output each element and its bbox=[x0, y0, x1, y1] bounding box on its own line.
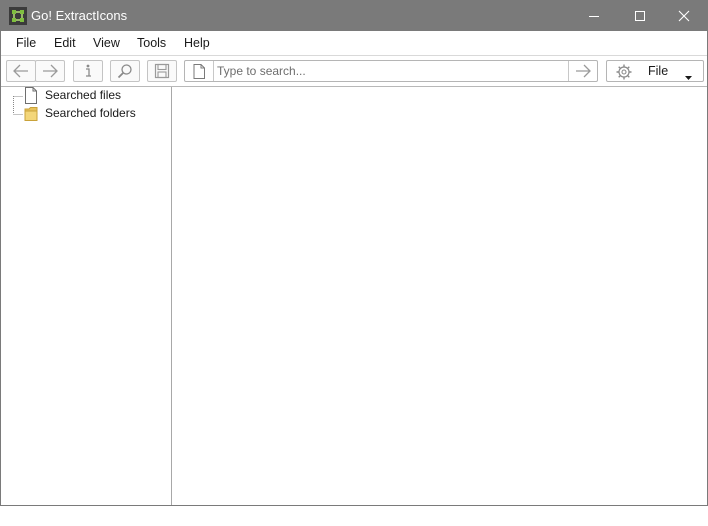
menu-help[interactable]: Help bbox=[184, 36, 210, 50]
chevron-down-icon bbox=[685, 69, 692, 83]
document-icon bbox=[23, 87, 39, 107]
tree-item-label: Searched folders bbox=[45, 106, 136, 120]
document-icon bbox=[193, 63, 205, 79]
save-button[interactable] bbox=[147, 60, 177, 82]
tree-pane[interactable]: Searched files Searched folders bbox=[1, 87, 172, 505]
search-input[interactable] bbox=[217, 63, 567, 79]
forward-arrow-icon bbox=[43, 64, 58, 78]
search-scope-button[interactable] bbox=[185, 61, 214, 81]
back-button[interactable] bbox=[6, 60, 36, 82]
gear-icon bbox=[615, 63, 633, 84]
folder-icon bbox=[23, 105, 39, 125]
menu-bar: File Edit View Tools Help bbox=[1, 31, 707, 56]
results-pane[interactable] bbox=[172, 87, 707, 505]
minimize-button[interactable] bbox=[571, 1, 617, 31]
info-icon bbox=[86, 64, 91, 77]
maximize-icon bbox=[635, 11, 645, 21]
info-button[interactable] bbox=[73, 60, 103, 82]
forward-button[interactable] bbox=[35, 60, 65, 82]
search-go-button[interactable] bbox=[568, 61, 597, 81]
back-arrow-icon bbox=[13, 64, 28, 78]
find-button[interactable] bbox=[110, 60, 140, 82]
menu-tools[interactable]: Tools bbox=[137, 36, 166, 50]
toolbar: File bbox=[1, 56, 707, 87]
app-window: Go! ExtractIcons File Edit View Tools He… bbox=[0, 0, 708, 506]
save-icon bbox=[154, 63, 170, 79]
menu-edit[interactable]: Edit bbox=[54, 36, 76, 50]
title-bar[interactable]: Go! ExtractIcons bbox=[1, 1, 707, 31]
window-title: Go! ExtractIcons bbox=[31, 8, 128, 23]
tree-item-label: Searched files bbox=[45, 88, 122, 102]
menu-view[interactable]: View bbox=[93, 36, 120, 50]
search-magnifier-icon bbox=[117, 64, 132, 79]
menu-file[interactable]: File bbox=[16, 36, 36, 50]
go-arrow-icon bbox=[576, 64, 591, 78]
close-icon bbox=[678, 10, 690, 22]
search-box bbox=[184, 60, 598, 82]
tree-connector-lines bbox=[13, 96, 23, 115]
mode-dropdown[interactable]: File bbox=[606, 60, 704, 82]
maximize-button[interactable] bbox=[617, 1, 663, 31]
app-logo-icon bbox=[9, 7, 27, 25]
minimize-icon bbox=[589, 16, 599, 17]
mode-label: File bbox=[648, 64, 669, 78]
close-button[interactable] bbox=[661, 1, 707, 31]
